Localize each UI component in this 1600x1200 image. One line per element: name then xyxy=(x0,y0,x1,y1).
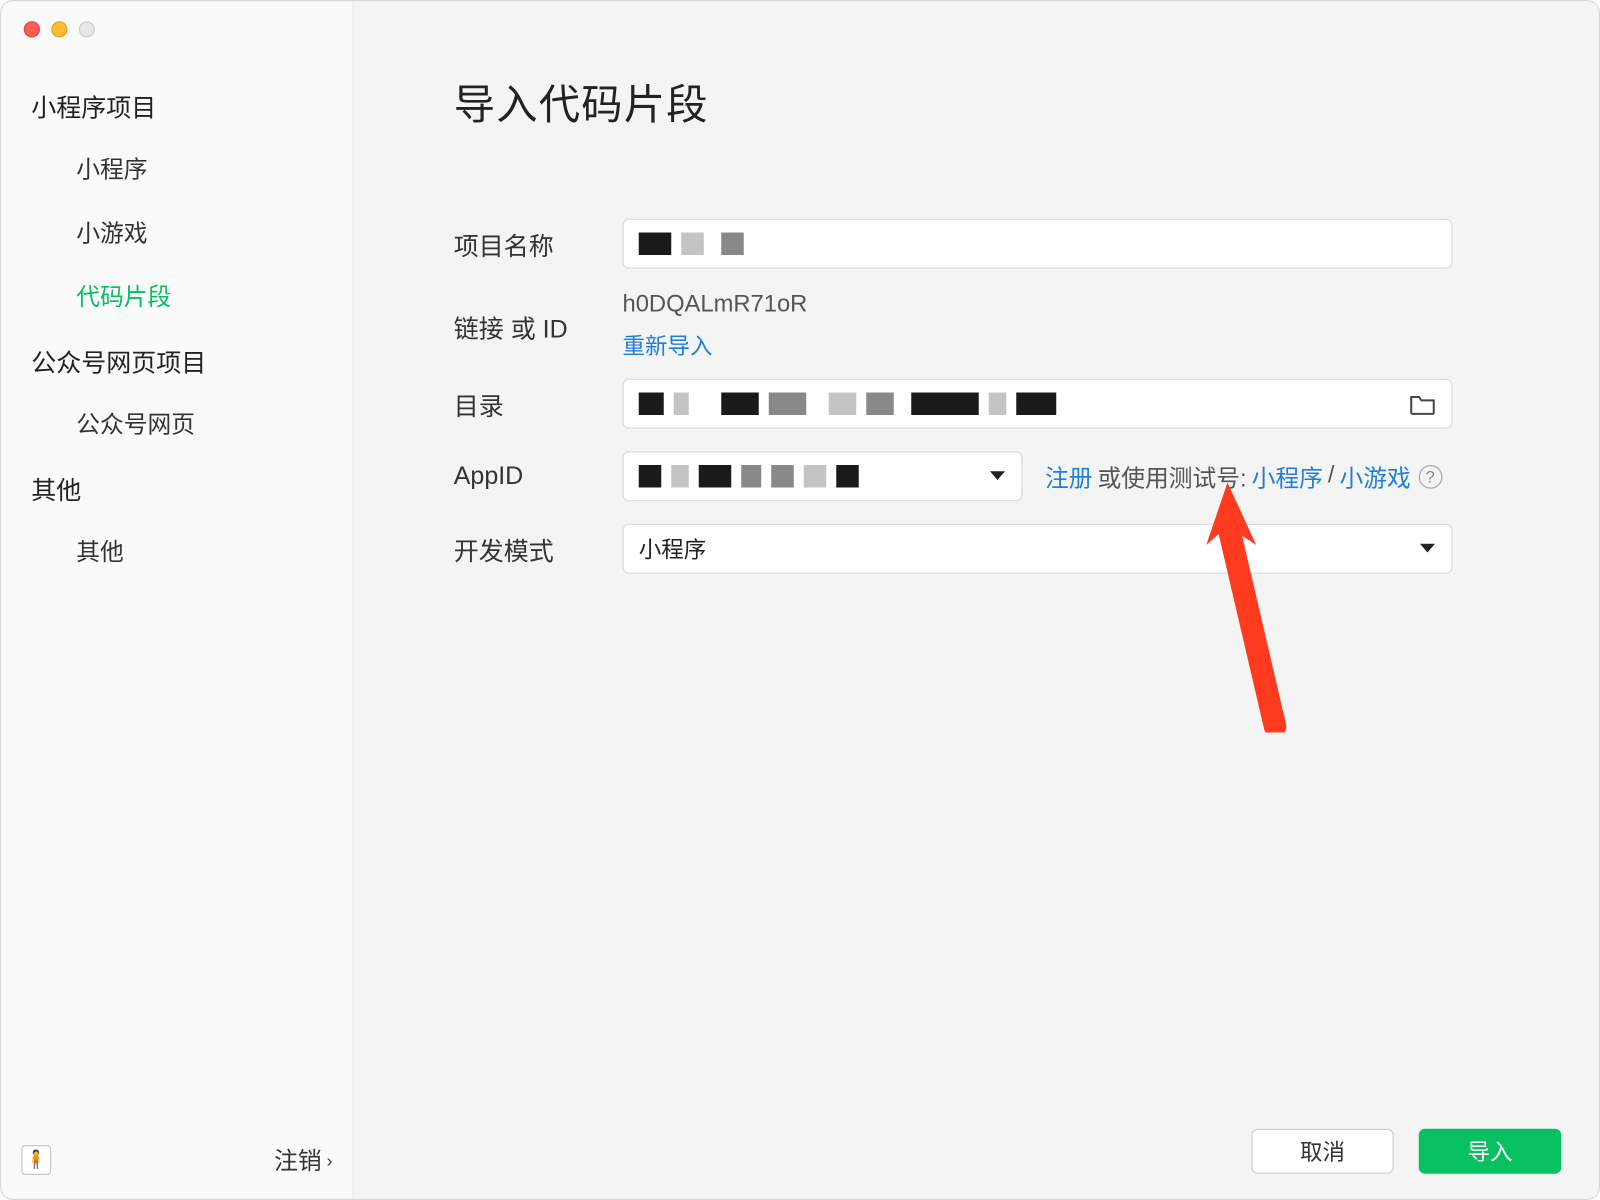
help-icon[interactable]: ? xyxy=(1418,464,1442,488)
window: 小程序项目 小程序 小游戏 代码片段 公众号网页项目 公众号网页 其他 其他 🧍… xyxy=(0,0,1600,1200)
sidebar-item-official-web[interactable]: 公众号网页 xyxy=(1,391,352,455)
sidebar-group-mini: 小程序项目 xyxy=(1,73,352,137)
import-button[interactable]: 导入 xyxy=(1419,1129,1562,1174)
dev-mode-label: 开发模式 xyxy=(454,531,623,567)
logout-label: 注销 xyxy=(274,1143,322,1177)
chevron-down-icon xyxy=(989,470,1007,483)
chevron-right-icon: › xyxy=(327,1149,333,1169)
close-window-icon[interactable] xyxy=(24,21,40,37)
or-use-test-text: 或使用测试号: xyxy=(1098,459,1247,493)
cancel-button[interactable]: 取消 xyxy=(1251,1129,1394,1174)
sidebar-item-other[interactable]: 其他 xyxy=(1,519,352,583)
appid-label: AppID xyxy=(454,462,623,491)
chevron-down-icon xyxy=(1419,543,1437,556)
sidebar-group-other: 其他 xyxy=(1,455,352,519)
footer: 取消 导入 xyxy=(1214,1104,1599,1199)
directory-input[interactable] xyxy=(623,379,1453,429)
redacted-content xyxy=(639,453,859,501)
main: 导入代码片段 项目名称 链接 或 ID xyxy=(354,1,1599,1199)
appid-dropdown[interactable] xyxy=(623,451,1023,501)
sidebar-item-code-snippet[interactable]: 代码片段 xyxy=(1,264,352,328)
test-game-link[interactable]: 小游戏 xyxy=(1339,459,1410,493)
separator: / xyxy=(1328,463,1335,491)
page-title: 导入代码片段 xyxy=(354,1,1599,131)
sidebar-group-web: 公众号网页项目 xyxy=(1,328,352,392)
reimport-link[interactable]: 重新导入 xyxy=(623,329,1549,362)
link-id-value: h0DQALmR71oR xyxy=(623,291,1549,319)
zoom-window-icon[interactable] xyxy=(79,21,95,37)
redacted-content xyxy=(639,380,1057,428)
dev-mode-select[interactable]: 小程序 xyxy=(623,524,1453,574)
window-controls xyxy=(1,1,352,37)
minimize-window-icon[interactable] xyxy=(51,21,67,37)
appid-hint: 注册 或使用测试号: 小程序 / 小游戏 ? xyxy=(1045,459,1442,493)
register-link[interactable]: 注册 xyxy=(1045,459,1093,493)
test-mini-link[interactable]: 小程序 xyxy=(1252,459,1323,493)
dev-mode-value: 小程序 xyxy=(639,533,707,566)
redacted-content xyxy=(639,220,744,268)
sidebar-footer: 🧍 注销 › xyxy=(1,1120,352,1199)
sidebar-item-mini-game[interactable]: 小游戏 xyxy=(1,200,352,264)
project-name-label: 项目名称 xyxy=(454,226,623,262)
project-name-input[interactable] xyxy=(623,219,1453,269)
directory-label: 目录 xyxy=(454,386,623,422)
logout-button[interactable]: 注销 › xyxy=(274,1143,332,1177)
link-id-label: 链接 或 ID xyxy=(454,308,623,344)
sidebar-nav: 小程序项目 小程序 小游戏 代码片段 公众号网页项目 公众号网页 其他 其他 xyxy=(1,73,352,583)
avatar[interactable]: 🧍 xyxy=(21,1144,51,1174)
form: 项目名称 链接 或 ID h0DQALmR71oR 重新导入 xyxy=(354,131,1599,596)
sidebar: 小程序项目 小程序 小游戏 代码片段 公众号网页项目 公众号网页 其他 其他 🧍… xyxy=(1,1,354,1199)
folder-icon[interactable] xyxy=(1409,393,1437,416)
sidebar-item-mini-program[interactable]: 小程序 xyxy=(1,136,352,200)
